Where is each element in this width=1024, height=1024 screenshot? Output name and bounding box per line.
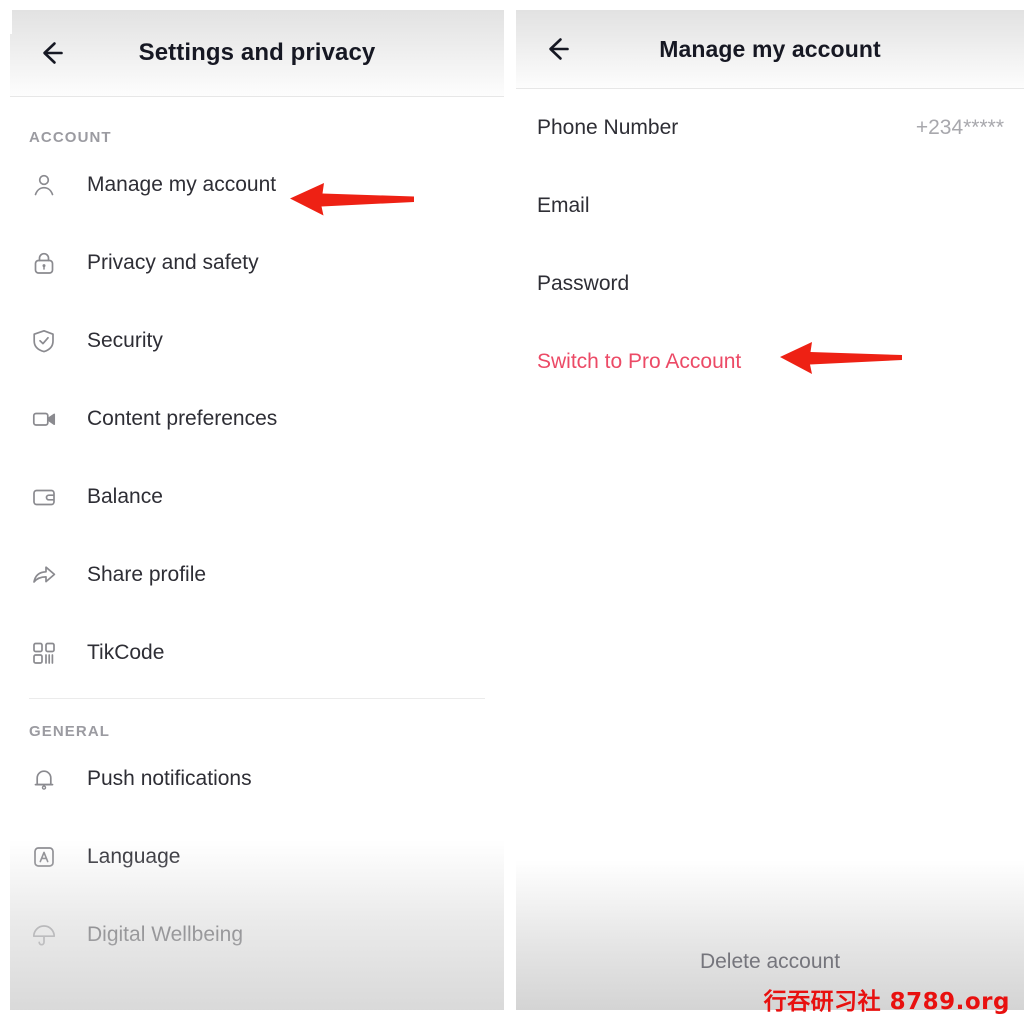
wallet-icon [29,482,59,512]
account-row-email[interactable]: Email [516,167,1024,245]
sidebar-item-label: Digital Wellbeing [87,923,244,946]
account-row-value: +234***** [915,116,1004,139]
delete-account-button[interactable]: Delete account [516,950,1024,974]
page-title: Settings and privacy [138,39,376,66]
qr-code-icon [29,638,59,668]
section-label-account: ACCOUNT [29,129,112,146]
letter-a-box-icon [29,842,59,872]
sidebar-item-tikcode[interactable]: TikCode [10,614,504,692]
share-arrow-icon [29,560,59,590]
section-divider [29,698,485,699]
sidebar-item-label: Push notifications [87,767,252,790]
sidebar-item-label: Language [87,845,181,868]
account-row-label: Switch to Pro Account [537,350,742,373]
back-arrow-icon[interactable] [32,34,70,72]
account-row-phone-number[interactable]: Phone Number +234***** [516,89,1024,167]
video-camera-icon [29,404,59,434]
sidebar-item-label: TikCode [87,641,165,664]
sidebar-item-label: Privacy and safety [87,251,259,274]
account-settings-list: Manage my account Privacy and safety Sec… [10,146,504,692]
sidebar-item-label: Security [87,329,163,352]
sidebar-item-label: Manage my account [87,173,277,196]
manage-my-account-panel: Manage my account Phone Number +234*****… [516,10,1024,1010]
account-row-label: Password [537,272,630,295]
sidebar-item-language[interactable]: Language [10,818,504,896]
bell-icon [29,764,59,794]
sidebar-item-balance[interactable]: Balance [10,458,504,536]
sidebar-item-label: Content preferences [87,407,278,430]
right-panel-header: Manage my account [516,10,1024,89]
watermark: 行吞研习社 8789.org [763,989,1010,1015]
shield-check-icon [29,326,59,356]
sidebar-item-push-notifications[interactable]: Push notifications [10,740,504,818]
sidebar-item-share-profile[interactable]: Share profile [10,536,504,614]
sidebar-item-label: Share profile [87,563,207,586]
account-row-password[interactable]: Password [516,245,1024,323]
sidebar-item-security[interactable]: Security [10,302,504,380]
section-label-general: GENERAL [29,723,111,740]
screenshot-root: Settings and privacy ACCOUNT Manage my a… [0,0,1024,1024]
account-row-label: Phone Number [537,116,679,139]
sidebar-item-label: Balance [87,485,163,508]
person-icon [29,170,59,200]
left-panel-header: Settings and privacy [10,10,504,97]
settings-and-privacy-panel: Settings and privacy ACCOUNT Manage my a… [10,10,504,1010]
sidebar-item-digital-wellbeing[interactable]: Digital Wellbeing [10,896,504,974]
lock-icon [29,248,59,278]
general-settings-list: Push notifications Language Digital Well… [10,740,504,974]
sidebar-item-manage-my-account[interactable]: Manage my account [10,146,504,224]
page-title: Manage my account [659,35,881,62]
account-row-switch-to-pro-account[interactable]: Switch to Pro Account [516,323,1024,401]
umbrella-icon [29,920,59,950]
account-row-label: Email [537,194,590,217]
sidebar-item-content-preferences[interactable]: Content preferences [10,380,504,458]
back-arrow-icon[interactable] [538,30,576,68]
sidebar-item-privacy-and-safety[interactable]: Privacy and safety [10,224,504,302]
